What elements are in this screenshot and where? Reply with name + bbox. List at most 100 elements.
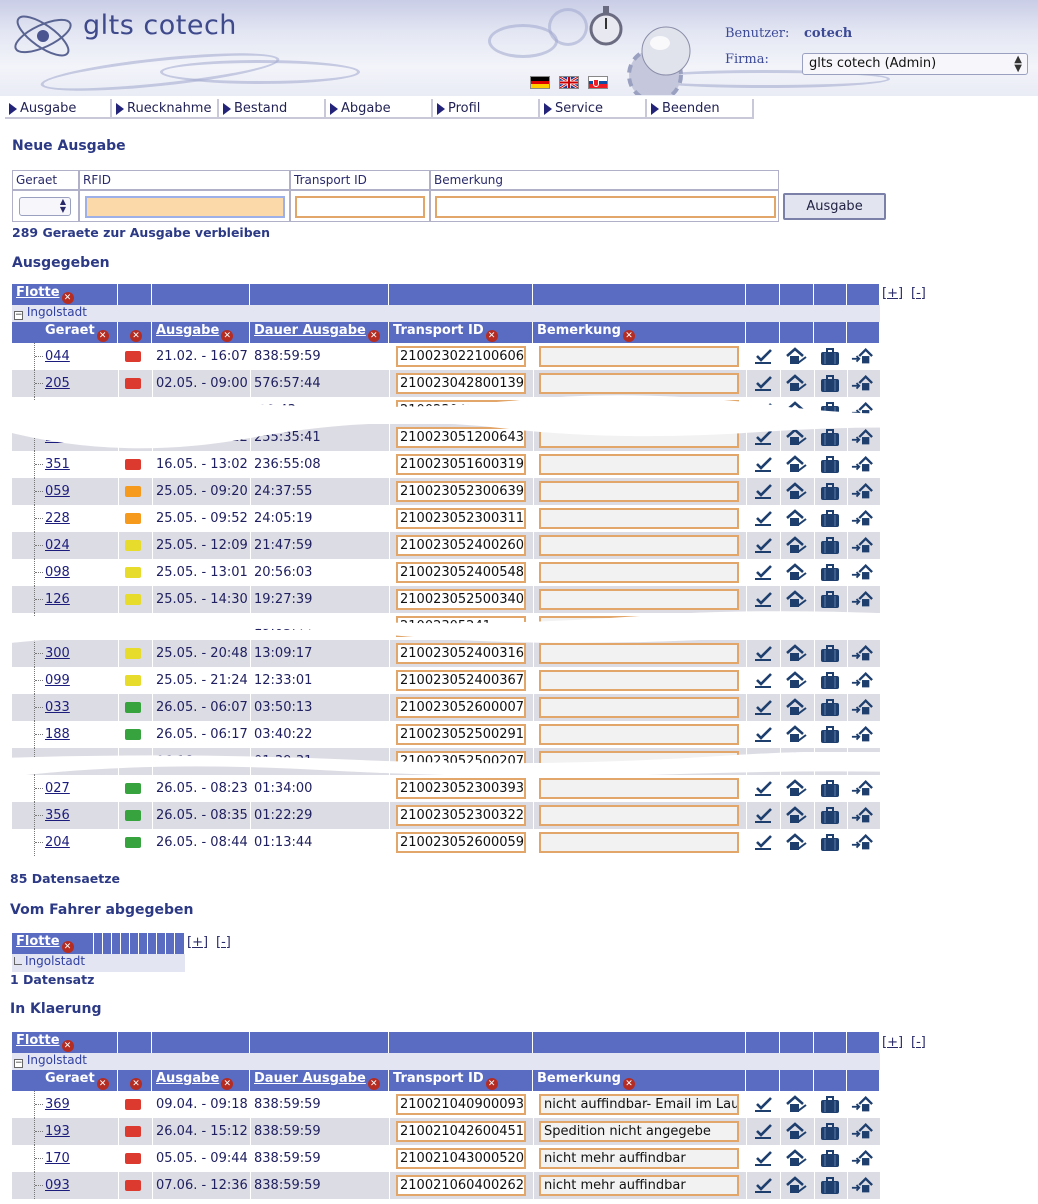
checkmark-icon[interactable] [753, 509, 775, 528]
bemerkung-field[interactable] [539, 346, 739, 367]
table-row[interactable]: 098 25.05. - 13:01 20:56:03 210023052400… [12, 559, 880, 586]
bemerkung-field[interactable] [539, 805, 739, 826]
table-row[interactable]: 193 26.04. - 15:12 838:59:59 21002104260… [12, 1118, 880, 1145]
transport-id-field[interactable]: 210021060400262 [396, 1175, 526, 1196]
transport-id-field[interactable]: 210023052400548 [396, 562, 526, 583]
checkmark-icon[interactable] [753, 806, 775, 825]
bemerkung-field[interactable] [539, 589, 739, 610]
house-pen-icon[interactable] [785, 563, 807, 582]
bemerkung-field[interactable] [539, 670, 739, 691]
transport-id-field[interactable]: 210021043000520 [396, 1148, 526, 1169]
briefcase-icon[interactable] [819, 698, 841, 717]
transfer-house-icon[interactable] [851, 482, 873, 501]
col-transport-id[interactable]: Transport ID ✕ [389, 1070, 533, 1091]
house-pen-icon[interactable] [785, 1176, 807, 1195]
geraet-link[interactable]: 044 [45, 349, 70, 364]
close-icon[interactable]: ✕ [221, 1078, 234, 1090]
transfer-house-icon[interactable] [851, 590, 873, 609]
house-pen-icon[interactable] [785, 725, 807, 744]
bemerkung-field[interactable] [539, 724, 739, 745]
table-row[interactable]: 170 05.05. - 09:44 838:59:59 21002104300… [12, 1145, 880, 1172]
checkmark-icon[interactable] [753, 725, 775, 744]
geraet-link[interactable]: 228 [45, 511, 70, 526]
table-row[interactable]: 204 26.05. - 08:44 01:13:44 210023052600… [12, 829, 880, 856]
house-pen-icon[interactable] [785, 833, 807, 852]
transfer-house-icon[interactable] [851, 1122, 873, 1141]
transport-id-field[interactable]: 210023052300311 [396, 508, 526, 529]
close-icon[interactable]: ✕ [485, 330, 498, 342]
close-icon[interactable]: ✕ [130, 1078, 142, 1090]
geraet-link[interactable]: 093 [45, 1178, 70, 1193]
transfer-house-icon[interactable] [851, 833, 873, 852]
col-status[interactable]: ✕ [118, 322, 152, 343]
expand-all-link[interactable]: [+] [882, 1035, 903, 1050]
checkmark-icon[interactable] [753, 1095, 775, 1114]
geraet-link[interactable]: 059 [45, 484, 70, 499]
bemerkung-field[interactable] [539, 454, 739, 475]
checkmark-icon[interactable] [753, 536, 775, 555]
table-row[interactable]: 188 26.05. - 06:17 03:40:22 210023052500… [12, 721, 880, 748]
bemerkung-field[interactable]: nicht mehr auffindbar [539, 1175, 739, 1196]
geraet-link[interactable]: 024 [45, 538, 70, 553]
briefcase-icon[interactable] [819, 482, 841, 501]
transport-id-field[interactable]: 210023051600319 [396, 454, 526, 475]
group-row[interactable]: − Ingolstadt [12, 1053, 880, 1071]
table-row[interactable]: 228 25.05. - 09:52 24:05:19 210023052300… [12, 505, 880, 532]
bemerkung-field[interactable] [539, 697, 739, 718]
checkmark-icon[interactable] [753, 698, 775, 717]
transfer-house-icon[interactable] [851, 536, 873, 555]
table-row[interactable]: 024 25.05. - 12:09 21:47:59 210023052400… [12, 532, 880, 559]
table-row[interactable]: 369 09.04. - 09:18 838:59:59 21002104090… [12, 1091, 880, 1118]
transfer-house-icon[interactable] [851, 698, 873, 717]
house-pen-icon[interactable] [785, 455, 807, 474]
transfer-house-icon[interactable] [851, 455, 873, 474]
col-bemerkung[interactable]: Bemerkung ✕ [533, 1070, 746, 1091]
house-pen-icon[interactable] [785, 1149, 807, 1168]
collapse-icon[interactable]: − [14, 1059, 23, 1068]
checkmark-icon[interactable] [753, 671, 775, 690]
transfer-house-icon[interactable] [851, 509, 873, 528]
table-row[interactable]: 044 21.02. - 16:07 838:59:59 21002302210… [12, 343, 880, 370]
col-dauer[interactable]: Dauer Ausgabe ✕ [250, 1070, 389, 1091]
flotte-header[interactable]: Flotte ✕ [12, 933, 94, 954]
bemerkung-field[interactable] [539, 562, 739, 583]
briefcase-icon[interactable] [819, 1149, 841, 1168]
nav-profil[interactable]: Profil [433, 99, 540, 119]
nav-ausgabe[interactable]: Ausgabe [5, 99, 112, 119]
geraet-link[interactable]: 351 [45, 457, 70, 472]
geraet-link[interactable]: 193 [45, 1124, 70, 1139]
table-row[interactable]: 356 26.05. - 08:35 01:22:29 210023052300… [12, 802, 880, 829]
briefcase-icon[interactable] [819, 1095, 841, 1114]
transfer-house-icon[interactable] [851, 671, 873, 690]
briefcase-icon[interactable] [819, 455, 841, 474]
briefcase-icon[interactable] [819, 374, 841, 393]
checkmark-icon[interactable] [753, 590, 775, 609]
table-row[interactable]: 059 25.05. - 09:20 24:37:55 210023052300… [12, 478, 880, 505]
geraet-link[interactable]: 170 [45, 1151, 70, 1166]
checkmark-icon[interactable] [753, 347, 775, 366]
collapse-all-link[interactable]: [-] [911, 286, 926, 301]
geraet-link[interactable]: 369 [45, 1097, 70, 1112]
close-icon[interactable]: ✕ [61, 292, 74, 304]
checkmark-icon[interactable] [753, 1122, 775, 1141]
bemerkung-field[interactable] [539, 373, 739, 394]
col-bemerkung[interactable]: Bemerkung ✕ [533, 322, 746, 343]
briefcase-icon[interactable] [819, 347, 841, 366]
house-pen-icon[interactable] [785, 1095, 807, 1114]
close-icon[interactable]: ✕ [96, 1078, 109, 1090]
sk-flag-icon[interactable] [588, 76, 608, 89]
briefcase-icon[interactable] [819, 590, 841, 609]
transfer-house-icon[interactable] [851, 1149, 873, 1168]
table-row[interactable]: 126 25.05. - 14:30 19:27:39 210023052500… [12, 586, 880, 613]
group-row[interactable]: Ingolstadt [12, 954, 185, 972]
col-dauer[interactable]: Dauer Ausgabe ✕ [250, 322, 389, 343]
bemerkung-field[interactable]: Spedition nicht angegebe [539, 1121, 739, 1142]
nav-service[interactable]: Service [540, 99, 647, 119]
house-pen-icon[interactable] [785, 1122, 807, 1141]
group-row[interactable]: − Ingolstadt [12, 305, 880, 323]
expand-all-link[interactable]: [+] [187, 935, 208, 950]
close-icon[interactable]: ✕ [61, 941, 74, 953]
table-row[interactable]: 351 16.05. - 13:02 236:55:08 21002305160… [12, 451, 880, 478]
transport-id-input[interactable] [295, 196, 425, 218]
checkmark-icon[interactable] [753, 1176, 775, 1195]
